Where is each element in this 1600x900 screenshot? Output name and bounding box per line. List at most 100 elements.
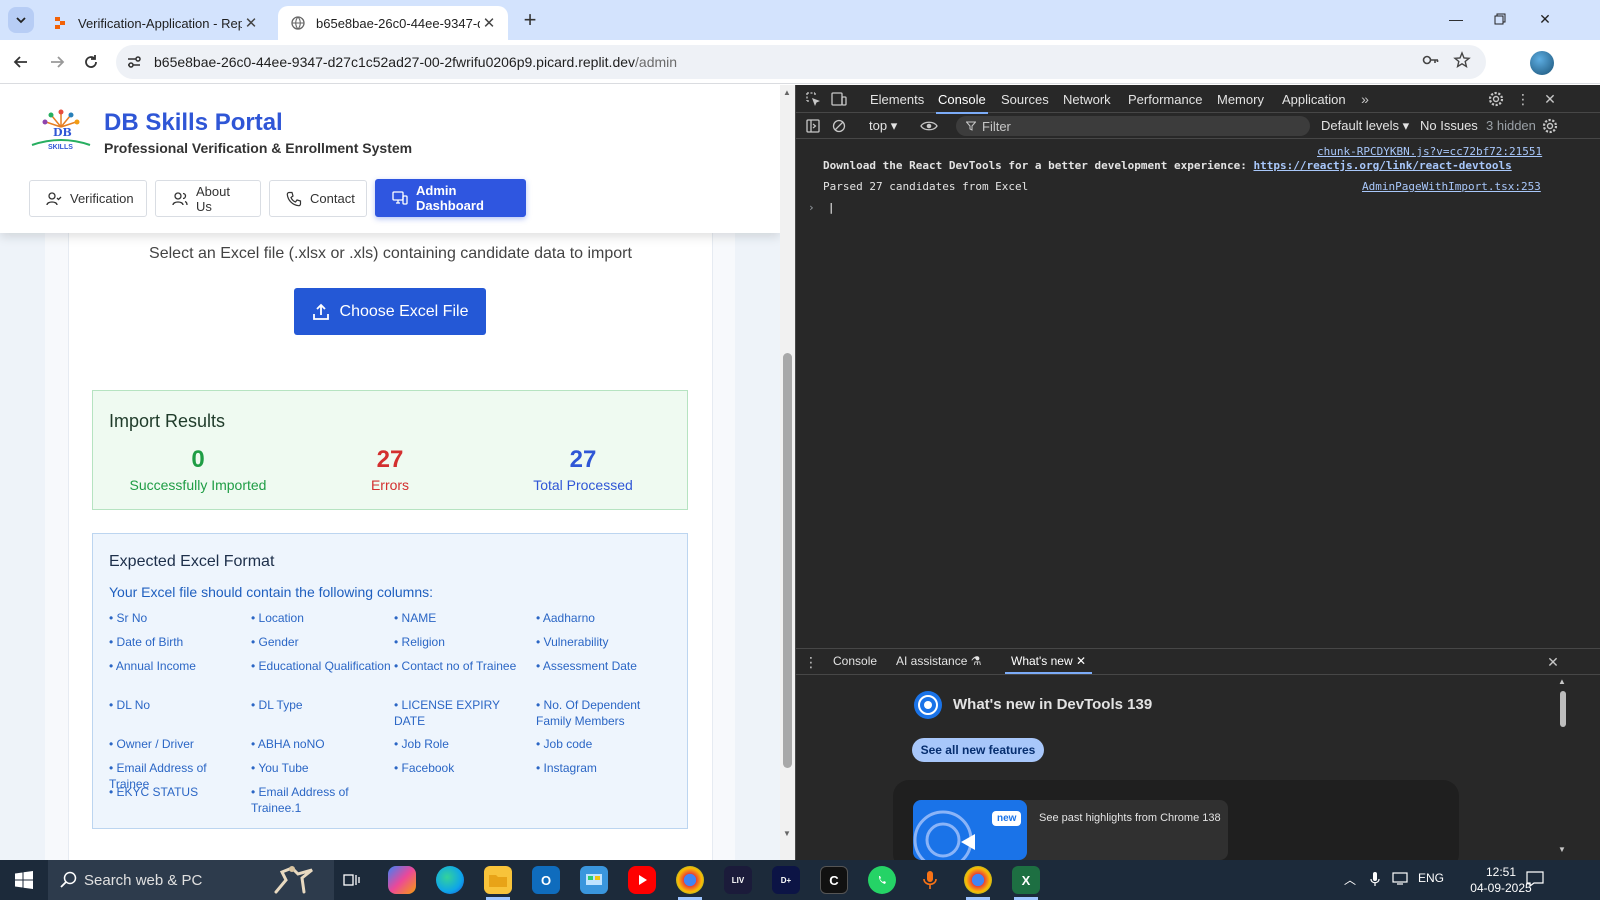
close-tab-icon[interactable]: ✕ — [1076, 654, 1086, 668]
settings-gear-icon[interactable] — [1487, 90, 1505, 108]
network-icon[interactable] — [1392, 871, 1408, 888]
devtools-menu-icon[interactable]: ⋮ — [1514, 90, 1532, 108]
nav-about-button[interactable]: About Us — [155, 180, 261, 217]
format-column-item: • Gender — [251, 635, 299, 649]
drawer-tab-whats-new[interactable]: What's new ✕ — [1004, 654, 1093, 674]
issues-button[interactable]: No Issues — [1420, 118, 1478, 133]
live-expression-eye-icon[interactable] — [920, 117, 938, 135]
disney-hotstar-icon[interactable]: D+ — [772, 866, 800, 894]
devtools-tab-memory[interactable]: Memory — [1217, 92, 1264, 107]
devtools-tab-elements[interactable]: Elements — [870, 92, 924, 107]
password-key-icon[interactable] — [1420, 49, 1442, 71]
drawer-tab-ai-assistance[interactable]: AI assistance ⚗ — [896, 654, 981, 668]
scrollbar-thumb[interactable] — [783, 353, 792, 768]
forward-icon[interactable] — [44, 49, 70, 75]
restore-button[interactable] — [1485, 6, 1515, 32]
devtools-tab-application[interactable]: Application — [1282, 92, 1346, 107]
search-icon — [60, 871, 78, 894]
close-devtools-icon[interactable]: ✕ — [1541, 90, 1559, 108]
log-levels-dropdown[interactable]: Default levels ▾ — [1321, 118, 1409, 134]
microphone-app-icon[interactable] — [916, 866, 944, 894]
site-info-icon[interactable] — [120, 48, 148, 76]
scroll-down-arrow-icon[interactable]: ▼ — [1558, 845, 1566, 854]
format-intro: Your Excel file should contain the follo… — [109, 584, 434, 600]
react-devtools-link[interactable]: https://reactjs.org/link/react-devtools — [1253, 159, 1511, 172]
bookmark-star-icon[interactable] — [1451, 49, 1473, 71]
restore-icon — [1494, 13, 1506, 25]
more-tabs-icon[interactable]: » — [1356, 90, 1374, 108]
devtools-tab-sources[interactable]: Sources — [1001, 92, 1049, 107]
format-column-item: • Owner / Driver — [109, 737, 194, 751]
language-indicator[interactable]: ENG — [1418, 871, 1444, 885]
drawer-scrollbar[interactable]: ▲ ▼ — [1556, 675, 1570, 861]
console-message: Parsed 27 candidates from Excel — [823, 180, 1029, 193]
close-window-button[interactable]: ✕ — [1530, 6, 1560, 32]
drawer-menu-icon[interactable]: ⋮ — [802, 653, 820, 671]
drawer-tab-console[interactable]: Console — [833, 654, 877, 668]
scrollbar-thumb[interactable] — [1560, 691, 1566, 727]
profile-avatar[interactable] — [1530, 51, 1554, 75]
console-settings-gear-icon[interactable] — [1541, 117, 1559, 135]
start-button[interactable] — [0, 860, 48, 900]
taskbar-search-box[interactable]: Search web & PC — [48, 860, 334, 900]
new-tab-button[interactable]: + — [518, 7, 542, 32]
format-column-item: • Instagram — [536, 761, 597, 775]
page-scrollbar[interactable]: ▲ ▼ — [780, 85, 795, 860]
format-column-item: • DL Type — [251, 698, 303, 712]
clear-console-icon[interactable] — [830, 117, 848, 135]
sony-liv-icon[interactable]: LIV — [724, 866, 752, 894]
show-hidden-icons-chevron-icon[interactable]: ︿ — [1344, 871, 1356, 888]
reload-icon[interactable] — [78, 49, 104, 75]
filter-placeholder: Filter — [982, 118, 1011, 134]
site-title: DB Skills Portal — [104, 109, 283, 136]
context-selector[interactable]: top ▾ — [869, 118, 897, 134]
browser-tab-replit[interactable]: Verification-Application - Replit ✕ — [40, 6, 270, 40]
scroll-down-arrow-icon[interactable]: ▼ — [783, 829, 791, 838]
tab-title: b65e8bae-26c0-44ee-9347-d27 — [316, 15, 480, 31]
edge-browser-icon[interactable] — [436, 866, 464, 894]
copilot-icon[interactable] — [388, 866, 416, 894]
see-all-features-button[interactable]: See all new features — [912, 738, 1044, 762]
address-bar[interactable]: b65e8bae-26c0-44ee-9347-d27c1c52ad27-00-… — [116, 45, 1486, 79]
choose-excel-button[interactable]: Choose Excel File — [294, 288, 486, 335]
devtools-tab-network[interactable]: Network — [1063, 92, 1111, 107]
task-view-icon[interactable] — [338, 866, 366, 894]
console-source-link[interactable]: AdminPageWithImport.tsx:253 — [1362, 180, 1541, 193]
scroll-up-arrow-icon[interactable]: ▲ — [783, 88, 791, 97]
close-drawer-icon[interactable]: ✕ — [1544, 653, 1562, 671]
chrome-icon[interactable] — [964, 866, 992, 894]
inspect-element-icon[interactable] — [804, 90, 822, 108]
sidebar-toggle-icon[interactable] — [804, 117, 822, 135]
control-panel-icon[interactable] — [580, 866, 608, 894]
console-filter-input[interactable]: Filter — [956, 116, 1310, 136]
nav-contact-button[interactable]: Contact — [269, 180, 367, 217]
minimize-button[interactable]: — — [1441, 6, 1471, 32]
chevron-down-icon — [16, 17, 26, 24]
tab-search-button[interactable] — [8, 7, 34, 33]
device-toolbar-icon[interactable] — [830, 90, 848, 108]
close-tab-icon[interactable]: ✕ — [480, 14, 498, 32]
close-tab-icon[interactable]: ✕ — [242, 14, 260, 32]
capcut-icon[interactable]: C — [820, 866, 848, 894]
chrome-profile-icon[interactable] — [676, 866, 704, 894]
back-icon[interactable] — [8, 49, 34, 75]
devtools-tab-console[interactable]: Console — [936, 92, 988, 114]
youtube-icon[interactable] — [628, 866, 656, 894]
web-page: Select an Excel file (.xlsx or .xls) con… — [0, 85, 795, 860]
console-source-link[interactable]: chunk-RPCDYKBN.js?v=cc72bf72:21551 — [1317, 145, 1542, 158]
notifications-icon[interactable] — [1526, 870, 1544, 891]
nav-admin-dashboard-button[interactable]: Admin Dashboard — [375, 179, 526, 217]
scroll-up-arrow-icon[interactable]: ▲ — [1558, 677, 1566, 686]
context-value: top — [869, 118, 888, 133]
devtools-tab-performance[interactable]: Performance — [1128, 92, 1202, 107]
whatsapp-icon[interactable] — [868, 866, 896, 894]
browser-tab-admin[interactable]: b65e8bae-26c0-44ee-9347-d27 ✕ — [278, 6, 508, 40]
console-prompt[interactable]: › | — [808, 201, 835, 214]
windows-taskbar: Search web & PC O LIV D+ C X ︿ ENG 12:51… — [0, 860, 1600, 900]
microphone-tray-icon[interactable] — [1370, 871, 1380, 890]
outlook-icon[interactable]: O — [532, 866, 560, 894]
file-explorer-icon[interactable] — [484, 866, 512, 894]
nav-verification-button[interactable]: Verification — [29, 180, 147, 217]
excel-icon[interactable]: X — [1012, 866, 1040, 894]
format-column-item: • Educational Qualification — [251, 659, 391, 673]
